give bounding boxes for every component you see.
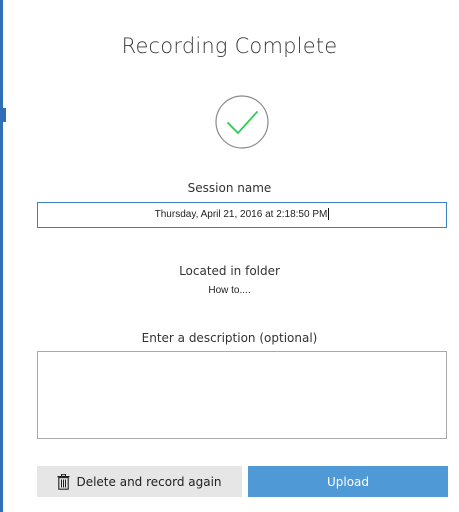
folder-value: How to....: [208, 285, 251, 296]
delete-and-record-again-button[interactable]: Delete and record again: [37, 466, 242, 497]
recording-complete-dialog: Recording Complete Session name Thursday…: [0, 0, 459, 512]
upload-button-label: Upload: [326, 474, 370, 489]
trash-icon: [57, 473, 70, 490]
upload-button[interactable]: Upload: [248, 466, 448, 497]
dialog-title: Recording Complete: [121, 34, 338, 58]
session-name-input[interactable]: Thursday, April 21, 2016 at 2:18:50 PM: [37, 202, 447, 228]
delete-button-label: Delete and record again: [76, 474, 222, 489]
session-name-label: Session name: [187, 181, 272, 195]
session-name-value: Thursday, April 21, 2016 at 2:18:50 PM: [154, 209, 328, 220]
text-caret: [328, 208, 330, 221]
folder-label: Located in folder: [179, 264, 280, 278]
check-circle-icon: [215, 95, 269, 149]
description-input[interactable]: [37, 351, 447, 439]
window-border-notch: [0, 108, 6, 122]
window-left-border: [0, 0, 3, 512]
description-label: Enter a description (optional): [141, 331, 318, 345]
